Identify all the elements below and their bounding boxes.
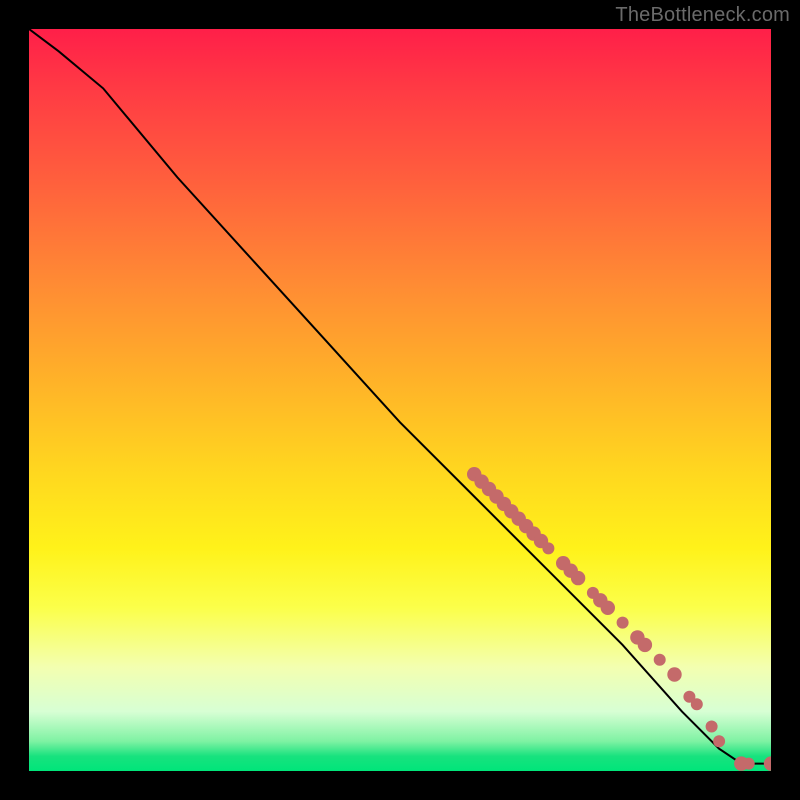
data-marker [571,571,585,585]
chart-svg [29,29,771,771]
chart-stage: TheBottleneck.com [0,0,800,800]
data-marker [713,735,725,747]
data-marker [654,654,666,666]
data-marker [706,721,718,733]
data-marker [743,758,755,770]
data-marker [764,756,771,770]
marker-group [467,467,771,771]
data-marker [617,617,629,629]
plot-area [29,29,771,771]
data-marker [542,542,554,554]
bottleneck-curve [29,29,771,764]
data-marker [601,601,615,615]
data-marker [638,638,652,652]
attribution-text: TheBottleneck.com [615,4,790,27]
data-marker [691,698,703,710]
data-marker [667,667,681,681]
